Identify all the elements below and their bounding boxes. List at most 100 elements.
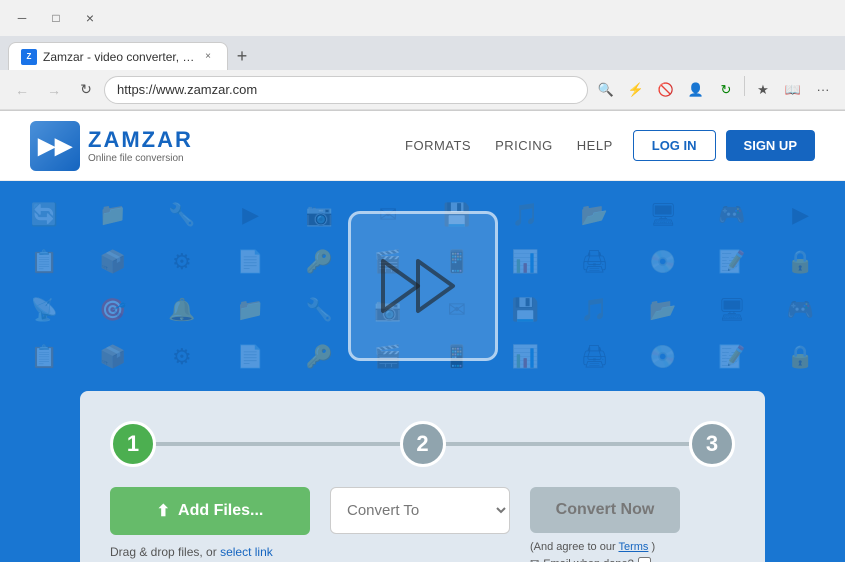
nav-link-help[interactable]: HELP bbox=[577, 138, 613, 153]
select-link[interactable]: select link bbox=[220, 545, 273, 559]
bg-icon-27: 🔔 bbox=[148, 286, 217, 334]
search-icon[interactable]: 🔍 bbox=[592, 76, 620, 104]
bg-icon-40: 📄 bbox=[216, 334, 285, 382]
play-arrows-icon bbox=[373, 251, 473, 321]
bg-icon-32: 💾 bbox=[491, 286, 560, 334]
window-controls: ─ □ × bbox=[8, 4, 104, 32]
bg-icon-4: ▶ bbox=[216, 191, 285, 239]
convert-now-button[interactable]: Convert Now bbox=[530, 487, 680, 533]
tab-bar: Z Zamzar - video converter, audio × + bbox=[0, 36, 845, 70]
bg-icon-22: 💿 bbox=[629, 239, 698, 287]
bg-icon-38: 📦 bbox=[79, 334, 148, 382]
bg-icon-16: 📄 bbox=[216, 239, 285, 287]
agree-text: (And agree to our bbox=[530, 541, 616, 553]
bg-icon-26: 🎯 bbox=[79, 286, 148, 334]
email-row: ✉ Email when done? bbox=[530, 557, 651, 562]
browser-chrome: ─ □ × Z Zamzar - video converter, audio … bbox=[0, 0, 845, 111]
login-button[interactable]: LOG IN bbox=[633, 130, 716, 161]
bg-icon-48: 🔒 bbox=[766, 334, 835, 382]
steps-container: 1 2 3 ⬆ Add Files... bbox=[80, 391, 765, 562]
step-2-col: Convert To MP4 MP3 PDF JPG PNG GIF AVI M… bbox=[330, 487, 510, 534]
toolbar-separator bbox=[744, 76, 745, 96]
signup-button[interactable]: SIGN UP bbox=[726, 130, 815, 161]
bg-icon-36: 🎮 bbox=[766, 286, 835, 334]
convert-to-select[interactable]: Convert To MP4 MP3 PDF JPG PNG GIF AVI M… bbox=[330, 487, 510, 534]
bg-icon-44: 📊 bbox=[491, 334, 560, 382]
sync-icon[interactable]: ↻ bbox=[712, 76, 740, 104]
bg-icon-3: 🔧 bbox=[148, 191, 217, 239]
bg-icon-47: 📝 bbox=[698, 334, 767, 382]
person-icon[interactable]: 👤 bbox=[682, 76, 710, 104]
url-input[interactable] bbox=[104, 76, 588, 104]
conversion-area: 1 2 3 ⬆ Add Files... bbox=[0, 391, 845, 562]
forward-button[interactable]: → bbox=[40, 76, 68, 104]
bg-icon-35: 🖥 bbox=[698, 286, 767, 334]
add-files-button[interactable]: ⬆ Add Files... bbox=[110, 487, 310, 535]
extension-icon[interactable]: ⚡ bbox=[622, 76, 650, 104]
bg-icon-13: 📋 bbox=[10, 239, 79, 287]
refresh-button[interactable]: ↻ bbox=[72, 76, 100, 104]
address-bar: ← → ↻ 🔍 ⚡ 🚫 👤 ↻ ★ 📖 ··· bbox=[0, 70, 845, 110]
nav-links: FORMATS PRICING HELP bbox=[405, 138, 613, 153]
hero-center bbox=[348, 211, 498, 361]
step-1-circle: 1 bbox=[110, 421, 156, 467]
site-nav: ▶▶ ZAMZAR Online file conversion FORMATS… bbox=[0, 111, 845, 181]
bg-icon-41: 🔑 bbox=[285, 334, 354, 382]
reading-icon[interactable]: 📖 bbox=[779, 76, 807, 104]
title-bar: ─ □ × bbox=[0, 0, 845, 36]
maximize-button[interactable]: □ bbox=[42, 4, 70, 32]
email-label: Email when done? bbox=[543, 558, 634, 562]
bg-icon-2: 📁 bbox=[79, 191, 148, 239]
email-icon: ✉ bbox=[530, 557, 539, 562]
logo-icon: ▶▶ bbox=[30, 121, 80, 171]
tab-title: Zamzar - video converter, audio bbox=[43, 50, 195, 64]
steps-line: 1 2 3 bbox=[110, 421, 735, 467]
add-files-label: Add Files... bbox=[178, 502, 263, 520]
bg-icon-39: ⚙ bbox=[148, 334, 217, 382]
tab-favicon: Z bbox=[21, 49, 37, 65]
play-box bbox=[348, 211, 498, 361]
favorites-icon[interactable]: ★ bbox=[749, 76, 777, 104]
step-connector-1-2 bbox=[154, 442, 402, 446]
step-3-circle: 3 bbox=[689, 421, 735, 467]
bg-icon-10: 🖥 bbox=[629, 191, 698, 239]
logo-text-area: ZAMZAR Online file conversion bbox=[88, 127, 193, 164]
bg-icon-29: 🔧 bbox=[285, 286, 354, 334]
page-content: ▶▶ ZAMZAR Online file conversion FORMATS… bbox=[0, 111, 845, 562]
active-tab[interactable]: Z Zamzar - video converter, audio × bbox=[8, 42, 228, 70]
email-checkbox[interactable] bbox=[638, 557, 651, 562]
bg-icon-9: 📂 bbox=[560, 191, 629, 239]
bg-icon-46: 💿 bbox=[629, 334, 698, 382]
bg-icon-25: 📡 bbox=[10, 286, 79, 334]
back-button[interactable]: ← bbox=[8, 76, 36, 104]
new-tab-button[interactable]: + bbox=[228, 42, 256, 70]
shield-icon[interactable]: 🚫 bbox=[652, 76, 680, 104]
nav-link-pricing[interactable]: PRICING bbox=[495, 138, 553, 153]
nav-link-formats[interactable]: FORMATS bbox=[405, 138, 471, 153]
logo-arrows-icon: ▶▶ bbox=[38, 133, 72, 159]
toolbar-icons: 🔍 ⚡ 🚫 👤 ↻ ★ 📖 ··· bbox=[592, 76, 837, 104]
convert-agree: (And agree to our Terms ) bbox=[530, 541, 655, 553]
agree-close: ) bbox=[652, 541, 656, 553]
terms-link[interactable]: Terms bbox=[618, 541, 648, 553]
minimize-button[interactable]: ─ bbox=[8, 4, 36, 32]
logo-brand: ZAMZAR bbox=[88, 127, 193, 153]
bg-icon-33: 🎵 bbox=[560, 286, 629, 334]
menu-button[interactable]: ··· bbox=[809, 76, 837, 104]
step-2-circle: 2 bbox=[400, 421, 446, 467]
tab-close-button[interactable]: × bbox=[201, 50, 215, 64]
bg-icon-37: 📋 bbox=[10, 334, 79, 382]
bg-icon-20: 📊 bbox=[491, 239, 560, 287]
bg-icon-5: 📷 bbox=[285, 191, 354, 239]
bg-icon-45: 🖨 bbox=[560, 334, 629, 382]
bg-icon-8: 🎵 bbox=[491, 191, 560, 239]
drag-text: Drag & drop files, or bbox=[110, 545, 217, 559]
bg-icon-21: 🖨 bbox=[560, 239, 629, 287]
logo-tagline: Online file conversion bbox=[88, 153, 193, 164]
controls-row: ⬆ Add Files... Drag & drop files, or sel… bbox=[110, 487, 735, 562]
close-button[interactable]: × bbox=[76, 4, 104, 32]
bg-icon-17: 🔑 bbox=[285, 239, 354, 287]
bg-icon-12: ▶ bbox=[766, 191, 835, 239]
step-3-col: Convert Now (And agree to our Terms ) ✉ … bbox=[530, 487, 680, 562]
bg-icon-11: 🎮 bbox=[698, 191, 767, 239]
